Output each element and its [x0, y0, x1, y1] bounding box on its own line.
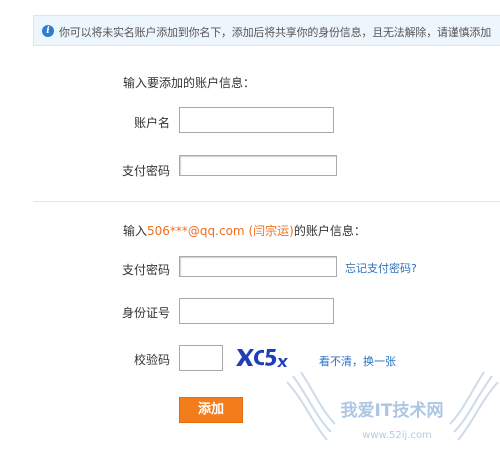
- watermark-right-wing: [449, 371, 499, 441]
- pay-password-label-2: 支付密码: [121, 263, 170, 277]
- refresh-captcha-link[interactable]: 看不清，换一张: [319, 353, 396, 369]
- watermark-title: 我爱IT技术网: [341, 400, 444, 421]
- captcha-image[interactable]: [234, 345, 290, 369]
- info-icon: i: [42, 25, 54, 37]
- captcha-label: 校验码: [133, 353, 170, 367]
- section-divider: [33, 201, 500, 202]
- account-name-label: 账户名: [133, 116, 170, 130]
- watermark-left-wing: [286, 371, 336, 441]
- notice-bar: i 你可以将未实名账户添加到你名下，添加后将共享你的身份信息，且无法解除，请谨慎…: [33, 15, 500, 46]
- watermark-url: www.52ij.com: [362, 430, 432, 441]
- id-number-input[interactable]: [179, 298, 334, 324]
- watermark-logo: 我爱IT技术网 www.52ij.com: [286, 371, 499, 441]
- section2-title: 输入506***@qq.com (闫宗运)的账户信息：: [123, 222, 366, 239]
- pay-password-input-1[interactable]: [179, 155, 337, 176]
- forgot-password-link[interactable]: 忘记支付密码?: [345, 260, 417, 276]
- add-button[interactable]: 添加: [179, 397, 243, 423]
- captcha-input[interactable]: [179, 345, 223, 371]
- pay-password-label-1: 支付密码: [121, 164, 170, 178]
- section2-title-prefix: 输入: [123, 224, 148, 238]
- captcha-glyph-5: [265, 349, 277, 366]
- captcha-glyph-x2: [277, 358, 288, 367]
- captcha-glyph-c: [254, 349, 264, 366]
- account-email: 506***@qq.com: [147, 224, 245, 238]
- id-number-label: 身份证号: [121, 306, 170, 320]
- pay-password-input-2[interactable]: [179, 256, 337, 277]
- section1-title: 输入要添加的账户信息：: [123, 76, 256, 90]
- captcha-glyph-x1: [236, 349, 254, 366]
- section2-title-suffix: 的账户信息：: [293, 224, 366, 238]
- notice-text: 你可以将未实名账户添加到你名下，添加后将共享你的身份信息，且无法解除，请谨慎添加: [59, 26, 491, 39]
- account-name-input[interactable]: [179, 107, 334, 133]
- account-owner: (闫宗运): [248, 224, 294, 238]
